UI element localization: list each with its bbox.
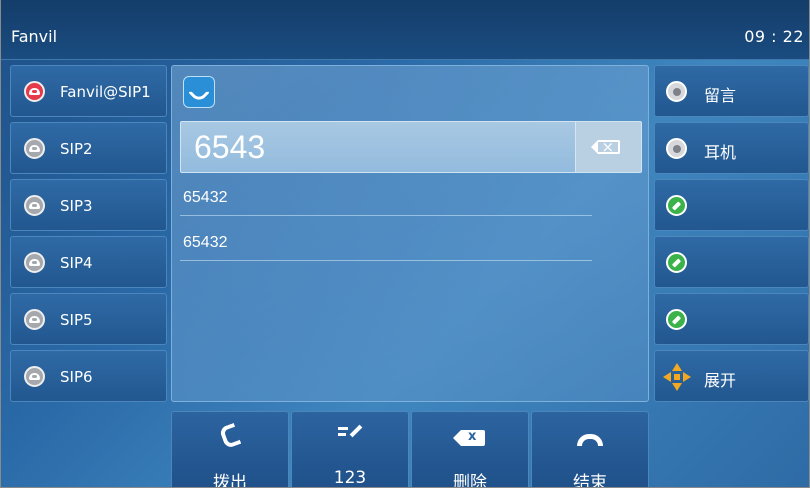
dss-key-4[interactable] bbox=[654, 236, 809, 288]
clock: 09 : 22 bbox=[744, 27, 804, 46]
softkey-label: 删除 bbox=[453, 473, 487, 488]
record-icon bbox=[666, 138, 687, 159]
line-label: Fanvil@SIP1 bbox=[60, 83, 151, 101]
softkey-label: 结束 bbox=[573, 473, 607, 488]
phone-grey-icon bbox=[24, 195, 45, 216]
device-title: Fanvil bbox=[11, 27, 58, 46]
edit-icon bbox=[666, 195, 687, 216]
softkey-delete[interactable]: 删除 bbox=[411, 411, 529, 488]
line-key-sip5[interactable]: SIP5 bbox=[10, 293, 167, 345]
call-app-icon bbox=[183, 76, 215, 108]
softkey-label: 拨出 bbox=[213, 473, 247, 488]
dialer-panel: 6543 65432 65432 bbox=[171, 65, 649, 402]
dss-key-3[interactable] bbox=[654, 179, 809, 231]
edit-icon bbox=[666, 252, 687, 273]
line-key-sip3[interactable]: SIP3 bbox=[10, 179, 167, 231]
line-key-sip1[interactable]: Fanvil@SIP1 bbox=[10, 65, 167, 117]
softkey-end[interactable]: 结束 bbox=[531, 411, 649, 488]
hangup-icon bbox=[577, 434, 603, 446]
line-label: SIP4 bbox=[60, 254, 93, 272]
dial-number-input[interactable]: 6543 bbox=[180, 121, 642, 173]
right-key-label: 留言 bbox=[704, 86, 737, 105]
line-label: SIP2 bbox=[60, 140, 93, 158]
input-mode-icon bbox=[338, 424, 363, 441]
voicemail-key[interactable]: 留言 bbox=[654, 65, 809, 117]
expand-icon bbox=[663, 363, 691, 391]
softkey-input-mode[interactable]: 123 bbox=[291, 411, 409, 488]
dial-number-value: 6543 bbox=[194, 129, 266, 165]
headset-key[interactable]: 耳机 bbox=[654, 122, 809, 174]
suggestion-item[interactable]: 65432 bbox=[183, 234, 228, 252]
softkey-dial[interactable]: 拨出 bbox=[171, 411, 289, 488]
dial-icon bbox=[218, 422, 242, 450]
suggestion-item[interactable]: 65432 bbox=[183, 189, 228, 207]
line-label: SIP5 bbox=[60, 311, 93, 329]
record-icon bbox=[666, 81, 687, 102]
line-key-sip2[interactable]: SIP2 bbox=[10, 122, 167, 174]
dss-key-5[interactable] bbox=[654, 293, 809, 345]
status-bar: Fanvil 09 : 22 bbox=[0, 0, 810, 60]
phone-grey-icon bbox=[24, 252, 45, 273]
line-label: SIP6 bbox=[60, 368, 93, 386]
expand-key[interactable]: 展开 bbox=[654, 350, 809, 402]
softkey-label: 123 bbox=[333, 468, 367, 488]
line-key-sip4[interactable]: SIP4 bbox=[10, 236, 167, 288]
delete-icon bbox=[453, 428, 485, 446]
divider bbox=[180, 215, 592, 216]
clear-button[interactable] bbox=[575, 122, 641, 172]
line-key-sip6[interactable]: SIP6 bbox=[10, 350, 167, 402]
edit-icon bbox=[666, 309, 687, 330]
right-key-label: 耳机 bbox=[704, 143, 737, 162]
phone-grey-icon bbox=[24, 309, 45, 330]
phone-screen: Fanvil 09 : 22 Fanvil@SIP1 SIP2 SIP3 SIP… bbox=[0, 0, 810, 488]
divider bbox=[180, 260, 592, 261]
right-key-label: 展开 bbox=[704, 371, 737, 390]
phone-grey-icon bbox=[24, 366, 45, 387]
backspace-icon bbox=[590, 137, 620, 157]
phone-red-icon bbox=[24, 81, 45, 102]
phone-grey-icon bbox=[24, 138, 45, 159]
line-label: SIP3 bbox=[60, 197, 93, 215]
